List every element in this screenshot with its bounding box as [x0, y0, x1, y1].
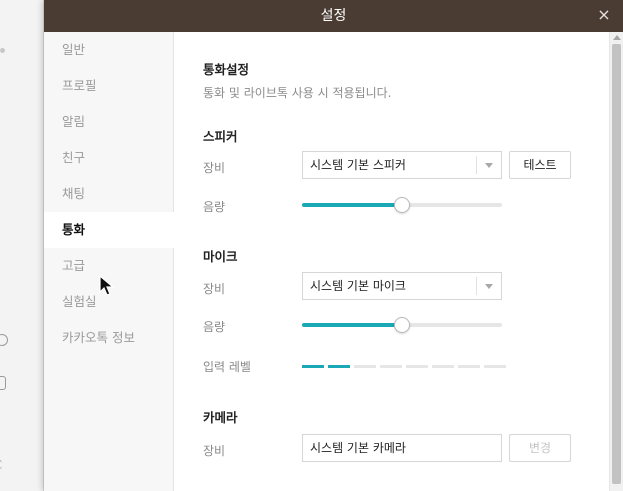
sidebar-item-about[interactable]: 카카오톡 정보: [44, 320, 174, 356]
close-button[interactable]: ×: [593, 4, 615, 26]
select-divider: [476, 156, 477, 174]
background-dot-icon: [0, 48, 5, 53]
speaker-device-value: 시스템 기본 스피커: [310, 158, 406, 172]
settings-sidebar: 일반 프로필 알림 친구 채팅 통화 고급 실험실 카카오톡 정보: [44, 32, 174, 491]
mic-input-level-meter: [302, 365, 506, 369]
mic-volume-slider[interactable]: [302, 317, 502, 333]
speaker-section-title: 스피커: [203, 129, 238, 144]
call-settings-title: 통화설정: [203, 62, 250, 77]
call-settings-description: 통화 및 라이브톡 사용 시 적용됩니다.: [203, 86, 392, 100]
input-level-segment: [354, 365, 376, 368]
chevron-down-icon: [485, 163, 493, 168]
background-square-icon: [0, 376, 6, 390]
mic-device-label: 장비: [203, 282, 226, 296]
speaker-test-button[interactable]: 테스트: [509, 151, 571, 179]
chevron-down-icon: [485, 284, 493, 289]
close-icon: ×: [597, 5, 611, 24]
mouse-cursor-icon: [99, 274, 115, 296]
mic-volume-label: 음량: [203, 320, 226, 334]
camera-change-button[interactable]: 변경: [509, 434, 571, 462]
scroll-up-arrow-icon[interactable]: [613, 35, 621, 40]
sidebar-item-chat[interactable]: 채팅: [44, 176, 174, 212]
camera-section-title: 카메라: [203, 410, 238, 425]
dialog-title: 설정: [320, 8, 347, 24]
scroll-thumb[interactable]: [612, 44, 621, 484]
speaker-device-label: 장비: [203, 161, 226, 175]
input-level-segment: [302, 365, 324, 368]
slider-knob[interactable]: [394, 197, 410, 213]
sidebar-item-general[interactable]: 일반: [44, 32, 174, 68]
slider-fill: [302, 323, 402, 327]
camera-device-label: 장비: [203, 444, 226, 458]
input-level-segment: [432, 365, 454, 368]
input-level-segment: [380, 365, 402, 368]
background-menu-icon: [0, 460, 2, 469]
sidebar-item-profile[interactable]: 프로필: [44, 68, 174, 104]
background-circle-icon: [0, 334, 8, 346]
settings-dialog: 설정 × 일반 프로필 알림 친구 채팅 통화 고급 실험실 카카오톡 정보 통…: [44, 0, 623, 491]
mic-section-title: 마이크: [203, 249, 238, 264]
mic-device-value: 시스템 기본 마이크: [310, 279, 406, 293]
sidebar-item-friends[interactable]: 친구: [44, 140, 174, 176]
content-scrollbar[interactable]: [609, 32, 623, 491]
speaker-device-select[interactable]: 시스템 기본 스피커: [302, 151, 502, 179]
mic-device-select[interactable]: 시스템 기본 마이크: [302, 272, 502, 300]
input-level-segment: [458, 365, 480, 368]
slider-knob[interactable]: [394, 317, 410, 333]
select-divider: [476, 277, 477, 295]
speaker-volume-slider[interactable]: [302, 197, 502, 213]
background-line-icon: [0, 420, 2, 434]
speaker-volume-label: 음량: [203, 200, 226, 214]
settings-content: 통화설정 통화 및 라이브톡 사용 시 적용됩니다. 스피커 장비 시스템 기본…: [175, 32, 609, 491]
input-level-segment: [328, 365, 350, 368]
background-app-strip: [0, 0, 44, 491]
mic-input-level-label: 입력 레벨: [203, 360, 251, 374]
title-bar: 설정 ×: [44, 0, 623, 32]
slider-fill: [302, 203, 402, 207]
input-level-segment: [484, 365, 506, 368]
camera-device-field: 시스템 기본 카메라: [302, 434, 502, 462]
sidebar-item-notifications[interactable]: 알림: [44, 104, 174, 140]
input-level-segment: [406, 365, 428, 368]
sidebar-item-call[interactable]: 통화: [44, 212, 174, 248]
